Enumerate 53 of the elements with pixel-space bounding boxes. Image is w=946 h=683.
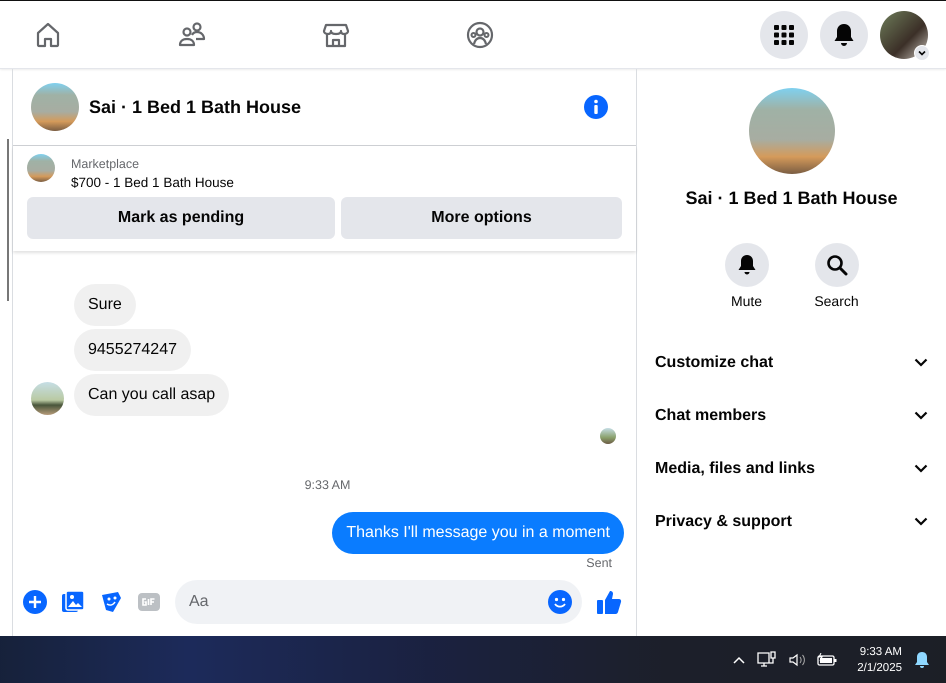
house-photo: [31, 83, 79, 131]
info-icon[interactable]: [584, 95, 608, 119]
message-bubble: 9455274247: [74, 329, 191, 371]
emoji-icon[interactable]: [548, 590, 572, 614]
chevron-down-icon: [914, 411, 928, 420]
clock-date: 2/1/2025: [857, 660, 902, 676]
network-icon[interactable]: [757, 650, 778, 668]
search-icon: [826, 254, 848, 276]
action-label: Search: [814, 293, 859, 309]
message-status: Sent: [585, 556, 613, 570]
image-icon[interactable]: [61, 590, 85, 614]
listing-button[interactable]: More options: [341, 197, 622, 239]
message-bubble: Sure: [74, 284, 136, 326]
thumbs-up-icon[interactable]: [596, 589, 622, 615]
chevron-up-icon[interactable]: [733, 656, 746, 664]
listing-button[interactable]: Mark as pending: [27, 197, 335, 239]
clock-time: 9:33 AM: [860, 644, 902, 660]
message-field[interactable]: Aa: [175, 580, 582, 624]
bell-icon: [833, 22, 855, 46]
section-header[interactable]: Chat members: [655, 398, 928, 434]
chat-title: Sai · 1 Bed 1 Bath House: [89, 96, 302, 118]
volume-icon[interactable]: [789, 652, 806, 666]
home-icon[interactable]: [34, 20, 62, 48]
chevron-down-icon: [914, 517, 928, 526]
grid-icon: [773, 24, 795, 46]
menu-button[interactable]: [760, 10, 808, 58]
chevron-down-icon: [914, 358, 928, 367]
profile-avatar[interactable]: [880, 10, 928, 58]
sender-avatar: [31, 382, 64, 415]
sticker-icon[interactable]: [99, 590, 123, 614]
section-header[interactable]: Privacy & support: [655, 504, 928, 540]
mute-button[interactable]: [724, 243, 768, 287]
friends-icon[interactable]: [178, 20, 206, 48]
notifications-button[interactable]: [820, 10, 868, 58]
bell-icon: [736, 254, 756, 276]
house-photo: [27, 154, 55, 182]
battery-icon[interactable]: [817, 652, 838, 666]
search-button[interactable]: [814, 243, 858, 287]
action-label: Mute: [730, 293, 762, 309]
seen-avatar: [600, 428, 616, 444]
listing-label: Marketplace: [71, 157, 140, 171]
message-bubble: Thanks I'll message you in a moment: [332, 512, 624, 554]
chevron-down-icon: [914, 44, 930, 60]
message-timestamp: 9:33 AM: [304, 478, 352, 492]
bell-icon[interactable]: [914, 650, 930, 668]
section-header[interactable]: Media, files and links: [655, 451, 928, 487]
people-circle-icon[interactable]: [466, 20, 494, 48]
section-header[interactable]: Customize chat: [655, 345, 928, 381]
plus-icon[interactable]: [23, 590, 47, 614]
message-bubble: Can you call asap: [74, 374, 230, 416]
listing-title: $700 - 1 Bed 1 Bath House: [71, 175, 234, 190]
chevron-down-icon: [914, 464, 928, 473]
chat-name: Sai · 1 Bed 1 Bath House: [685, 188, 898, 209]
